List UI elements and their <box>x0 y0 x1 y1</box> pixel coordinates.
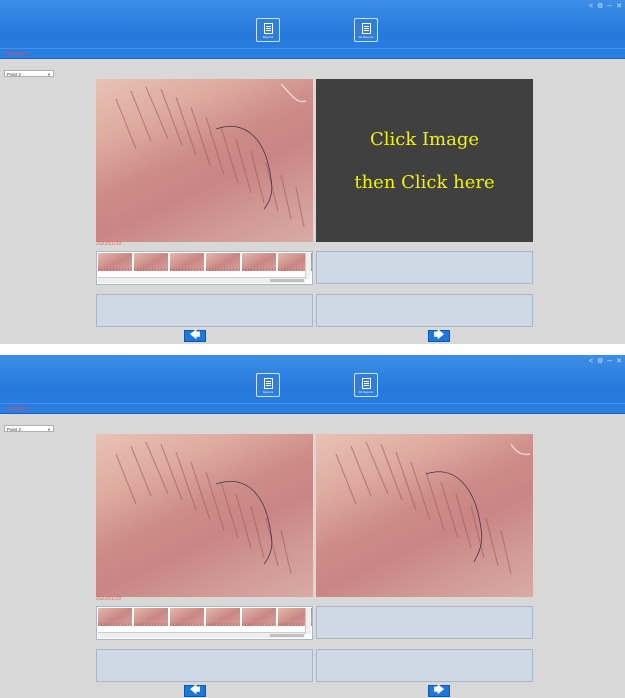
left-notes-panel[interactable] <box>96 294 313 327</box>
report-icon <box>263 377 273 389</box>
thumbnail[interactable] <box>170 608 204 626</box>
right-info-panel <box>316 251 533 284</box>
arrow-left-icon: 🡄 <box>189 330 201 341</box>
reports-button[interactable]: Reports <box>256 373 280 397</box>
horizontal-scrollbar[interactable] <box>98 632 305 638</box>
chevron-down-icon: ▼ <box>47 427 51 432</box>
thumbnail[interactable] <box>206 253 240 271</box>
all-reports-button-label: All Reports <box>358 34 374 39</box>
skin-image <box>96 79 313 242</box>
thumbnail[interactable] <box>242 253 276 271</box>
reports-button[interactable]: Reports <box>256 18 280 42</box>
prev-button[interactable]: 🡄 <box>184 330 206 342</box>
customer-label: Customer <box>6 406 28 412</box>
reports-button-label: Reports <box>262 389 274 394</box>
point-select-value: Point 2 <box>7 427 22 432</box>
arrow-left-icon: 🡄 <box>189 685 201 696</box>
app-header: < ⚙ ─ ✕ Reports All Reports <box>0 0 625 59</box>
skin-image <box>316 434 533 597</box>
right-info-panel <box>316 606 533 639</box>
thumbnail[interactable] <box>242 608 276 626</box>
point-select[interactable]: Point 2 ▼ <box>4 425 54 432</box>
thumbnail-strip <box>96 606 313 640</box>
click-here-placeholder[interactable]: Click Image then Click here <box>316 79 533 242</box>
left-notes-panel[interactable] <box>96 649 313 682</box>
right-image-placeholder[interactable]: Click Image then Click here <box>316 79 533 242</box>
scrollbar-thumb[interactable] <box>270 279 304 282</box>
image-date: 2022/01/29 <box>96 241 122 247</box>
placeholder-line-1: Click Image <box>369 128 480 150</box>
point-select[interactable]: Point 2 ▼ <box>4 70 54 77</box>
customer-label: Customer <box>6 51 28 57</box>
header-divider <box>0 403 625 404</box>
right-notes-panel[interactable] <box>316 649 533 682</box>
image-date: 2022/01/29 <box>96 596 122 602</box>
all-reports-button[interactable]: All Reports <box>354 373 378 397</box>
thumbnail[interactable] <box>170 253 204 271</box>
scrollbar-thumb[interactable] <box>270 634 304 637</box>
thumbnail[interactable] <box>134 608 168 626</box>
header-divider <box>0 48 625 49</box>
horizontal-scrollbar[interactable] <box>98 277 305 283</box>
vertical-scrollbar[interactable] <box>305 253 311 279</box>
arrow-right-icon: 🡆 <box>433 330 445 341</box>
screen-before: < ⚙ ─ ✕ Reports All Reports Customer Poi… <box>0 0 625 344</box>
thumbnail[interactable] <box>134 253 168 271</box>
reports-button-label: Reports <box>262 34 274 39</box>
app-header: < ⚙ ─ ✕ Reports All Reports <box>0 355 625 414</box>
right-notes-panel[interactable] <box>316 294 533 327</box>
all-reports-icon <box>361 22 371 34</box>
thumbnail[interactable] <box>98 253 132 271</box>
left-image[interactable] <box>96 434 313 597</box>
all-reports-icon <box>361 377 371 389</box>
point-select-value: Point 2 <box>7 72 22 77</box>
right-image[interactable] <box>316 434 533 597</box>
all-reports-button-label: All Reports <box>358 389 374 394</box>
screen-after: < ⚙ ─ ✕ Reports All Reports Customer Poi… <box>0 355 625 698</box>
report-icon <box>263 22 273 34</box>
chevron-down-icon: ▼ <box>47 72 51 77</box>
next-button[interactable]: 🡆 <box>428 330 450 342</box>
thumbnail[interactable] <box>98 608 132 626</box>
window-controls[interactable]: < ⚙ ─ ✕ <box>589 2 623 10</box>
arrow-right-icon: 🡆 <box>433 685 445 696</box>
thumbnail-list <box>98 608 314 626</box>
all-reports-button[interactable]: All Reports <box>354 18 378 42</box>
placeholder-line-2: then Click here <box>354 171 495 193</box>
vertical-scrollbar[interactable] <box>305 608 311 634</box>
left-image[interactable] <box>96 79 313 242</box>
thumbnail-list <box>98 253 314 271</box>
thumbnail[interactable] <box>206 608 240 626</box>
window-controls[interactable]: < ⚙ ─ ✕ <box>589 357 623 365</box>
thumbnail-strip <box>96 251 313 285</box>
skin-image <box>96 434 313 597</box>
next-button[interactable]: 🡆 <box>428 685 450 697</box>
prev-button[interactable]: 🡄 <box>184 685 206 697</box>
